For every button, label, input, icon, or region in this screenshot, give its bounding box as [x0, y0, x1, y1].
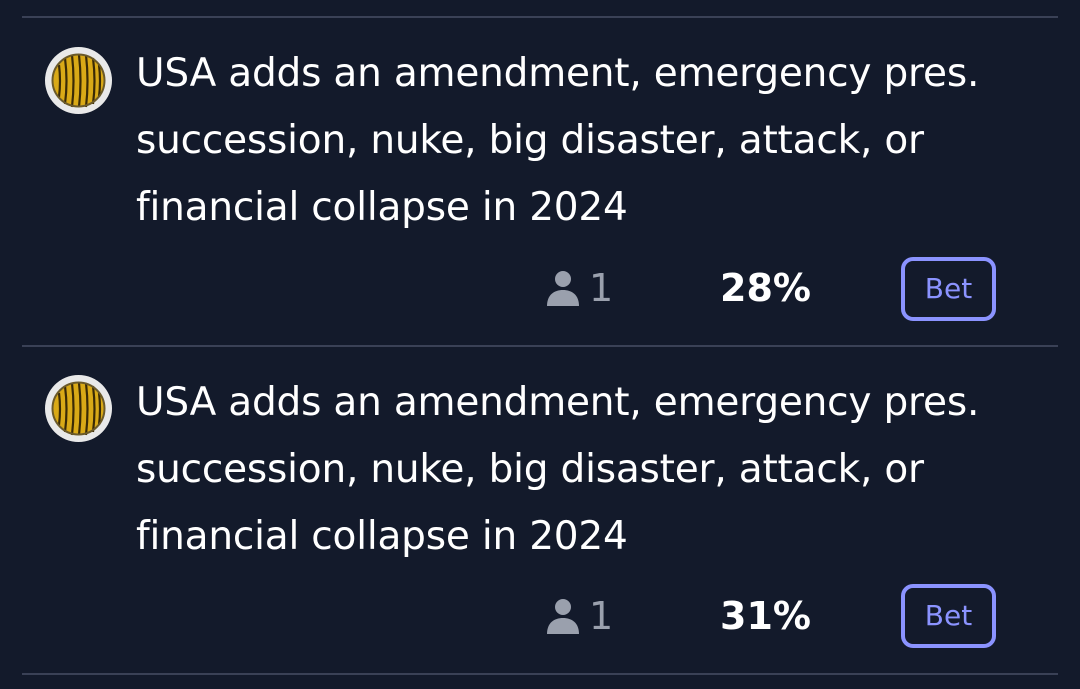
probability-value: 28%	[720, 266, 811, 310]
bet-button[interactable]: Bet	[901, 257, 996, 321]
market-title-line: succession, nuke, big disaster, attack, …	[136, 447, 924, 492]
probability-value: 31%	[720, 594, 811, 638]
yellow-pattern-avatar-icon	[45, 47, 112, 114]
yellow-pattern-avatar-icon	[45, 375, 112, 442]
person-icon	[547, 271, 579, 306]
market-card[interactable]: USA adds an amendment, emergency pres. s…	[0, 347, 1080, 675]
market-title[interactable]: USA adds an amendment, emergency pres. s…	[136, 369, 1036, 570]
traders-count: 1	[545, 263, 613, 313]
person-icon	[547, 599, 579, 634]
creator-avatar[interactable]	[45, 375, 112, 442]
market-title-line: financial collapse in 2024	[136, 185, 628, 230]
traders-count: 1	[545, 591, 613, 641]
divider	[22, 673, 1058, 675]
market-title-line: USA adds an amendment, emergency pres.	[136, 380, 980, 425]
market-title-line: financial collapse in 2024	[136, 514, 628, 559]
market-title-line: USA adds an amendment, emergency pres.	[136, 51, 980, 96]
market-card[interactable]: USA adds an amendment, emergency pres. s…	[0, 18, 1080, 346]
market-list: USA adds an amendment, emergency pres. s…	[0, 0, 1080, 689]
market-title-line: succession, nuke, big disaster, attack, …	[136, 118, 924, 163]
traders-count-value: 1	[589, 266, 614, 310]
traders-count-value: 1	[589, 594, 614, 638]
market-title[interactable]: USA adds an amendment, emergency pres. s…	[136, 40, 1036, 241]
creator-avatar[interactable]	[45, 47, 112, 114]
bet-button[interactable]: Bet	[901, 584, 996, 648]
